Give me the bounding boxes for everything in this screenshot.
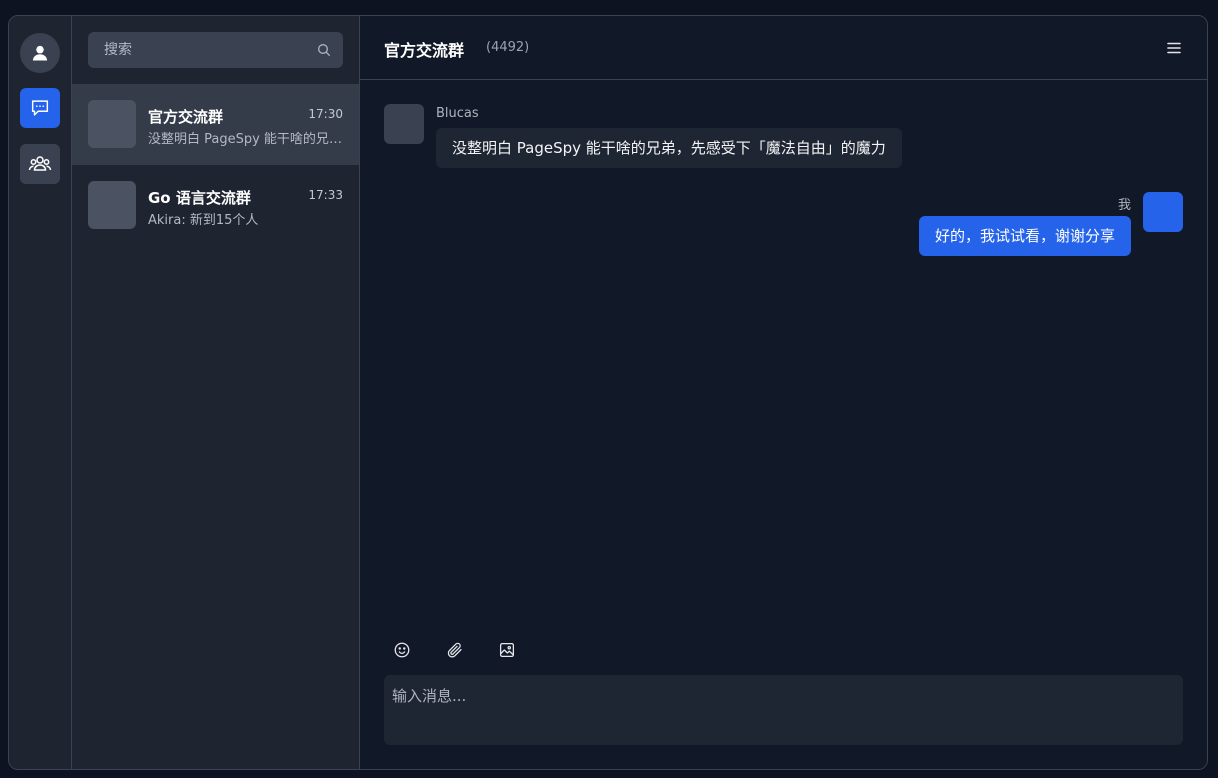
group-icon xyxy=(28,156,52,171)
conversation-name: Go 语言交流群 xyxy=(148,189,251,207)
conversation-preview: Akira: 新到15个人 xyxy=(148,213,259,228)
chat-title: 官方交流群 xyxy=(384,41,465,60)
conversation-item[interactable]: Go 语言交流群 17:33 Akira: 新到15个人 xyxy=(72,165,359,246)
attach-file-button[interactable] xyxy=(445,640,465,660)
sender-avatar[interactable] xyxy=(384,104,424,144)
nav-rail xyxy=(9,16,72,769)
conversation-avatar xyxy=(88,100,136,148)
search-input[interactable] xyxy=(88,32,343,68)
conversation-avatar xyxy=(88,181,136,229)
conversation-item[interactable]: 官方交流群 17:30 没整明白 PageSpy 能干啥的兄弟，先感受下「魔法自… xyxy=(72,84,359,165)
conversation-name: 官方交流群 xyxy=(148,108,224,126)
message-input[interactable] xyxy=(384,675,1183,745)
app-window: 官方交流群 17:30 没整明白 PageSpy 能干啥的兄弟，先感受下「魔法自… xyxy=(8,15,1208,770)
message-bubble-outgoing: 好的，我试试看，谢谢分享 xyxy=(918,216,1131,256)
send-image-button[interactable] xyxy=(497,640,517,660)
emoji-icon xyxy=(394,642,410,658)
message-sender: Blucas xyxy=(436,106,479,121)
search-icon[interactable] xyxy=(316,42,332,58)
nav-groups-button[interactable] xyxy=(20,144,60,184)
chat-panel: 官方交流群 (4492) Blucas 没整明白 PageSpy 能干啥的兄弟，… xyxy=(360,16,1207,769)
nav-chats-button[interactable] xyxy=(20,88,60,128)
conversation-list: 官方交流群 17:30 没整明白 PageSpy 能干啥的兄弟，先感受下「魔法自… xyxy=(72,16,360,769)
my-avatar[interactable] xyxy=(1143,192,1183,232)
conversation-time: 17:33 xyxy=(308,188,343,202)
user-icon xyxy=(32,45,48,61)
image-icon xyxy=(499,642,515,658)
message-sender: 我 xyxy=(1117,198,1131,213)
message-bubble-incoming: 没整明白 PageSpy 能干啥的兄弟，先感受下「魔法自由」的魔力 xyxy=(436,128,902,168)
conversation-preview: 没整明白 PageSpy 能干啥的兄弟，先感受下「魔法自由」的魔力 xyxy=(148,132,344,147)
conversation-time: 17:30 xyxy=(308,107,343,121)
chat-icon xyxy=(31,100,49,116)
paperclip-icon xyxy=(447,642,462,658)
member-count: (4492) xyxy=(486,40,530,55)
chat-header: 官方交流群 (4492) xyxy=(360,16,1207,80)
profile-avatar-button[interactable] xyxy=(20,33,60,73)
emoji-button[interactable] xyxy=(392,640,412,660)
menu-icon[interactable] xyxy=(1166,40,1182,56)
